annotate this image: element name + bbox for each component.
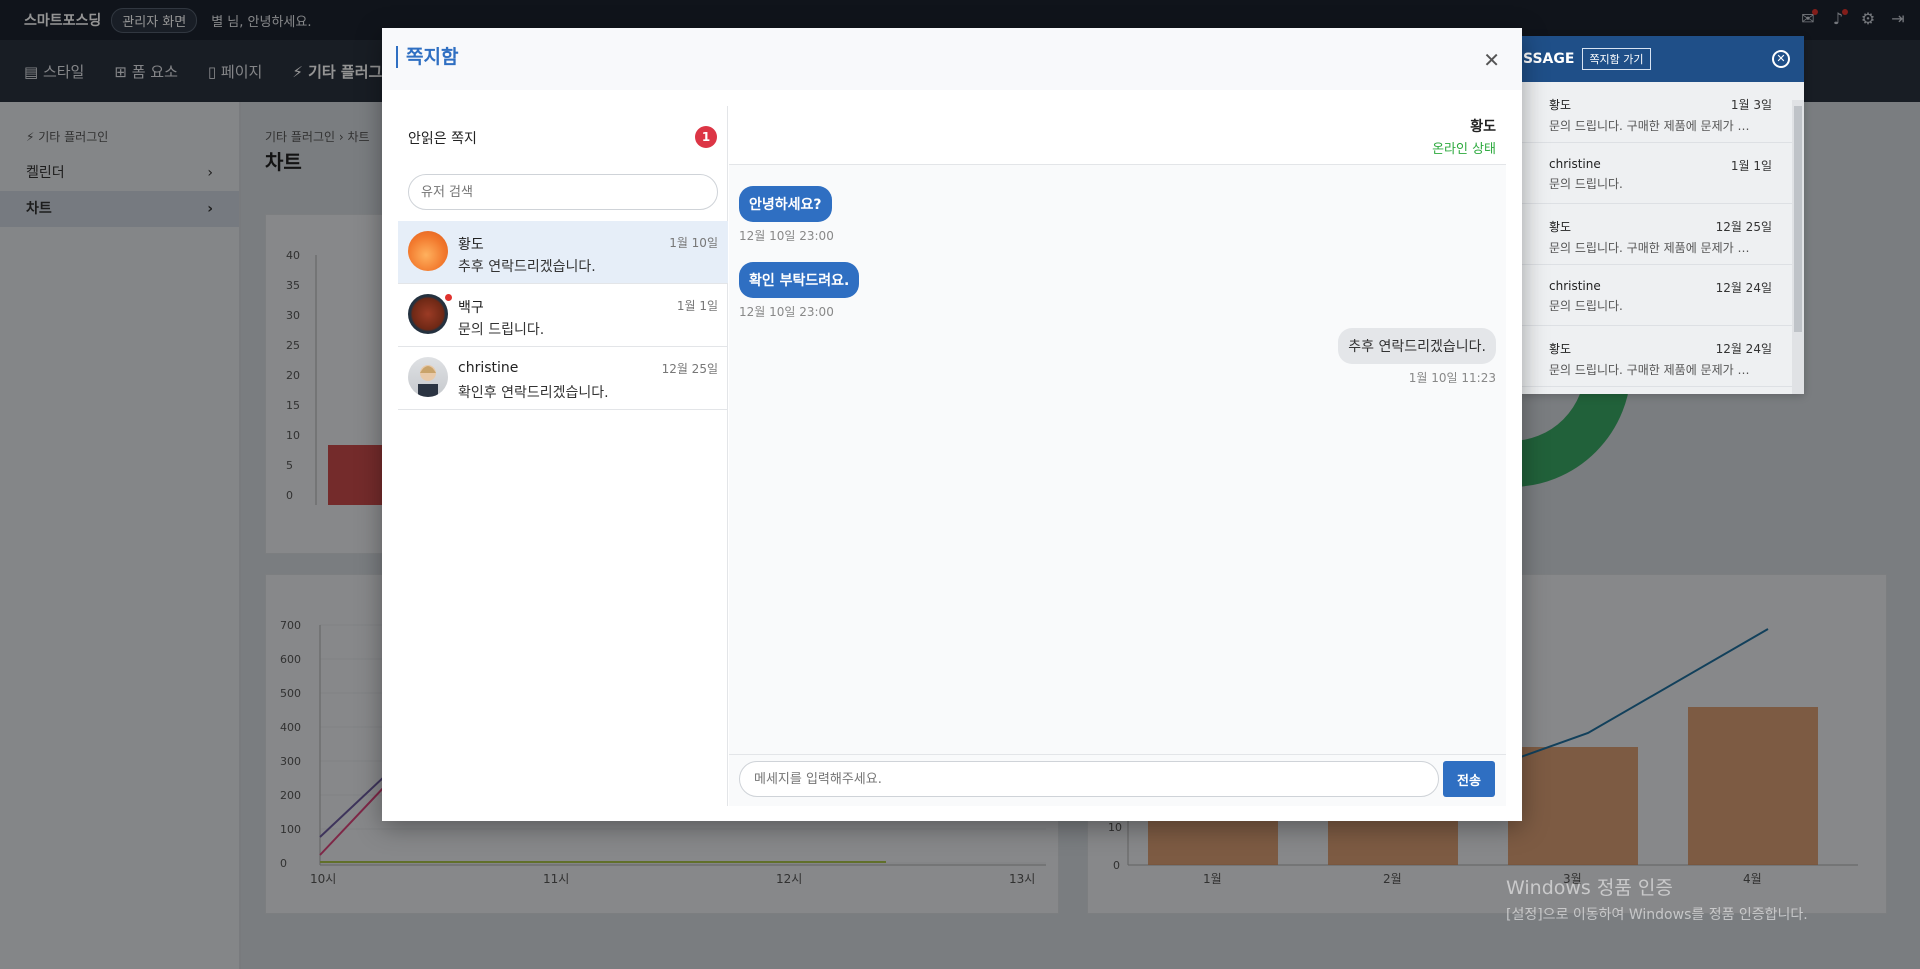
panel-preview: 문의 드립니다. 구매한 제품에 문제가 생… bbox=[1549, 241, 1759, 255]
chat-partner-name: 황도 bbox=[1470, 119, 1496, 135]
unread-label: 안읽은 쪽지 bbox=[408, 131, 477, 147]
message-input[interactable] bbox=[739, 761, 1439, 797]
conversation-item[interactable]: christine 12월 25일 확인후 연락드리겠습니다. bbox=[398, 347, 728, 410]
conversation-item[interactable]: 황도 1월 10일 추후 연락드리겠습니다. bbox=[398, 221, 728, 284]
avatar bbox=[408, 294, 448, 334]
conversation-preview: 추후 연락드리겠습니다. bbox=[458, 259, 596, 275]
panel-message-item[interactable]: christine 1월 1일 문의 드립니다. bbox=[1521, 143, 1804, 204]
message-received: 확인 부탁드려요. 12월 10일 23:00 bbox=[739, 262, 860, 320]
conversation-name: 백구 bbox=[458, 300, 484, 316]
goto-inbox-button[interactable]: 쪽지함 가기 bbox=[1582, 48, 1651, 70]
conversation-list: 황도 1월 10일 추후 연락드리겠습니다. 백구 1월 1일 문의 드립니다.… bbox=[398, 221, 728, 410]
message-received: 안녕하세요? 12월 10일 23:00 bbox=[739, 186, 834, 244]
panel-title: SSAGE bbox=[1523, 51, 1575, 67]
message-composer: 전송 bbox=[729, 754, 1506, 806]
conversation-date: 1월 1일 bbox=[676, 299, 718, 313]
online-status: 온라인 상태 bbox=[1432, 142, 1496, 157]
close-icon[interactable]: ✕ bbox=[1483, 50, 1500, 70]
send-button[interactable]: 전송 bbox=[1443, 761, 1495, 797]
message-modal: 쪽지함 ✕ 안읽은 쪽지 1 황도 1월 10일 추후 연락드리겠습니다. 백구… bbox=[382, 28, 1522, 821]
panel-message-item[interactable]: 황도 12월 24일 문의 드립니다. 구매한 제품에 문제가 생… bbox=[1521, 326, 1804, 387]
conversation-item[interactable]: 백구 1월 1일 문의 드립니다. bbox=[398, 284, 728, 347]
conversation-sidebar: 안읽은 쪽지 1 황도 1월 10일 추후 연락드리겠습니다. 백구 1월 1일… bbox=[398, 106, 728, 806]
conversation-preview: 문의 드립니다. bbox=[458, 322, 545, 338]
user-search-input[interactable] bbox=[408, 174, 718, 210]
chat-panel: 황도 온라인 상태 안녕하세요? 12월 10일 23:00 확인 부탁드려요.… bbox=[729, 106, 1506, 806]
panel-preview: 문의 드립니다. 구매한 제품에 문제가 생… bbox=[1549, 363, 1759, 377]
unread-dot bbox=[445, 294, 452, 301]
panel-preview: 문의 드립니다. bbox=[1549, 177, 1623, 191]
panel-date: 12월 24일 bbox=[1715, 281, 1772, 295]
panel-date: 1월 3일 bbox=[1730, 98, 1772, 112]
panel-date: 1월 1일 bbox=[1730, 159, 1772, 173]
message-bubble: 확인 부탁드려요. bbox=[739, 262, 860, 298]
close-icon[interactable]: ✕ bbox=[1772, 50, 1790, 68]
panel-scrollbar[interactable] bbox=[1792, 100, 1804, 394]
message-sent: 추후 연락드리겠습니다. 1월 10일 11:23 bbox=[1338, 328, 1496, 386]
panel-preview: 문의 드립니다. bbox=[1549, 299, 1623, 313]
conversation-preview: 확인후 연락드리겠습니다. bbox=[458, 385, 609, 401]
panel-date: 12월 24일 bbox=[1715, 342, 1772, 356]
conversation-name: 황도 bbox=[458, 237, 484, 253]
windows-activation-watermark: Windows 정품 인증 [설정]으로 이동하여 Windows를 정품 인증… bbox=[1506, 877, 1808, 923]
avatar bbox=[408, 231, 448, 271]
panel-date: 12월 25일 bbox=[1715, 220, 1772, 234]
panel-message-item[interactable]: 황도 12월 25일 문의 드립니다. 구매한 제품에 문제가 생… bbox=[1521, 204, 1804, 265]
message-timestamp: 1월 10일 11:23 bbox=[1408, 371, 1496, 385]
conversation-date: 12월 25일 bbox=[661, 362, 718, 376]
panel-preview: 문의 드립니다. 구매한 제품에 문제가 생… bbox=[1549, 119, 1759, 133]
message-bubble: 추후 연락드리겠습니다. bbox=[1338, 328, 1496, 364]
avatar bbox=[408, 357, 448, 397]
message-bubble: 안녕하세요? bbox=[739, 186, 832, 222]
panel-message-item[interactable]: 황도 1월 3일 문의 드립니다. 구매한 제품에 문제가 생… bbox=[1521, 82, 1804, 143]
unread-badge: 1 bbox=[695, 126, 717, 148]
conversation-date: 1월 10일 bbox=[669, 236, 718, 250]
conversation-name: christine bbox=[458, 360, 519, 376]
modal-title: 쪽지함 bbox=[396, 46, 458, 68]
message-dropdown-panel: SSAGE 쪽지함 가기 ✕ 황도 1월 3일 문의 드립니다. 구매한 제품에 문… bbox=[1521, 36, 1804, 394]
message-timestamp: 12월 10일 23:00 bbox=[739, 229, 834, 243]
message-timestamp: 12월 10일 23:00 bbox=[739, 305, 834, 319]
panel-message-item[interactable]: christine 12월 24일 문의 드립니다. bbox=[1521, 265, 1804, 326]
